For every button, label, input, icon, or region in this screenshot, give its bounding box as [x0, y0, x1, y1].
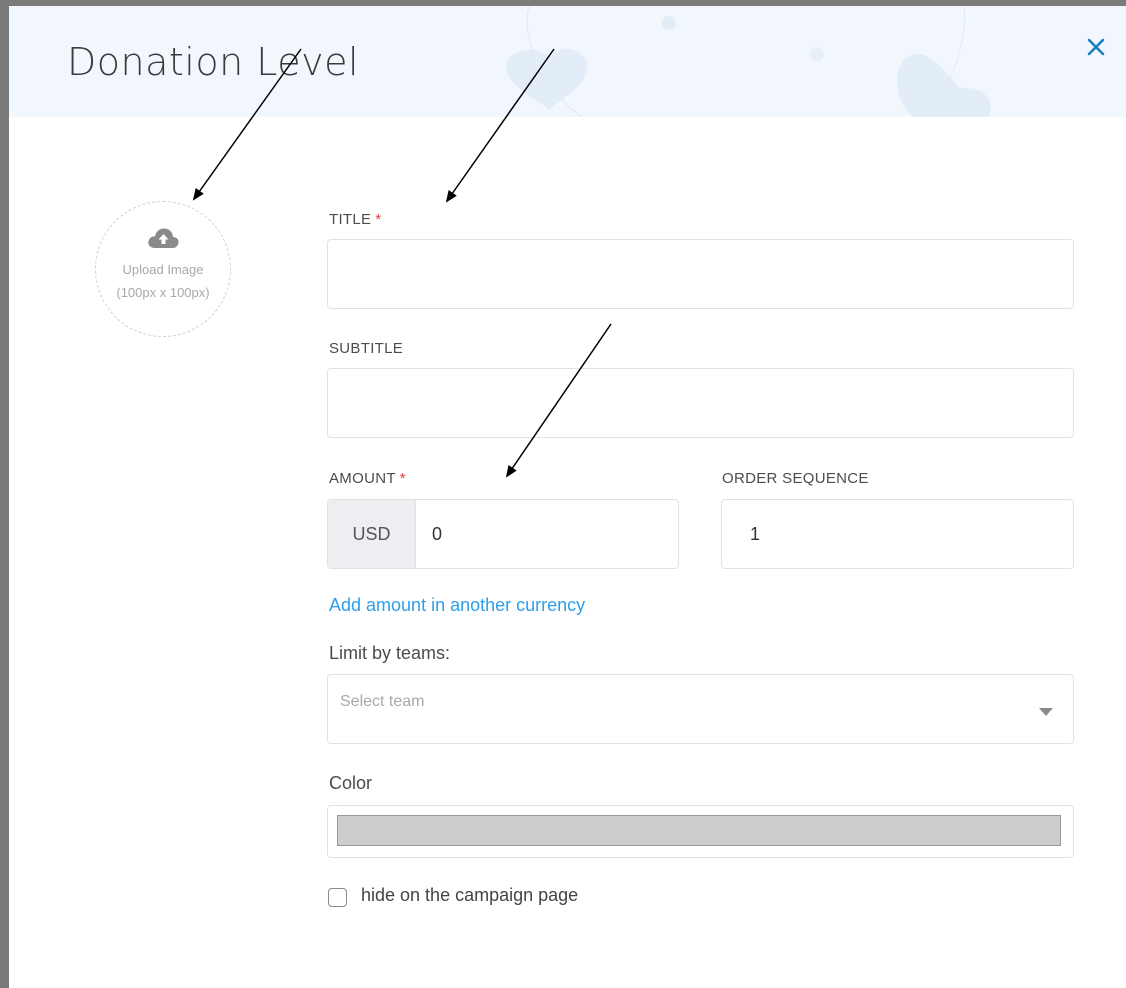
add-currency-link[interactable]: Add amount in another currency	[329, 595, 585, 616]
title-label-text: TITLE	[329, 211, 372, 228]
upload-image-button[interactable]: Upload Image (100px x 100px)	[95, 201, 231, 337]
hide-on-campaign-checkbox[interactable]	[328, 888, 347, 907]
subtitle-field[interactable]	[327, 368, 1074, 438]
color-swatch[interactable]	[337, 815, 1061, 846]
limit-by-teams-label: Limit by teams:	[329, 643, 451, 663]
team-select-placeholder: Select team	[340, 693, 425, 710]
chevron-down-icon	[1039, 708, 1053, 716]
cloud-upload-icon	[148, 228, 179, 248]
order-sequence-field[interactable]	[721, 499, 1074, 569]
amount-label: AMOUNT *	[329, 470, 406, 487]
upload-size-hint: (100px x 100px)	[116, 285, 210, 300]
required-marker: *	[399, 470, 406, 487]
required-marker: *	[375, 211, 382, 228]
order-sequence-label: ORDER SEQUENCE	[722, 470, 869, 487]
order-sequence-input[interactable]	[722, 500, 1073, 568]
amount-field[interactable]: USD	[327, 499, 679, 569]
close-button[interactable]	[1081, 32, 1111, 62]
title-field[interactable]	[327, 239, 1074, 309]
subtitle-input[interactable]	[328, 369, 1073, 437]
donation-level-modal: Donation Level Upload Image (100px x 100…	[9, 6, 1126, 988]
subtitle-label: SUBTITLE	[329, 340, 404, 357]
color-label: Color	[329, 773, 373, 793]
title-input[interactable]	[328, 240, 1073, 308]
modal-header: Donation Level	[9, 6, 1126, 117]
team-select[interactable]: Select team	[327, 674, 1074, 744]
amount-input[interactable]	[416, 500, 678, 568]
hide-on-campaign-label: hide on the campaign page	[361, 885, 579, 905]
amount-label-text: AMOUNT	[329, 470, 396, 487]
upload-image-label: Upload Image	[122, 262, 204, 277]
currency-prefix: USD	[328, 500, 416, 568]
color-field[interactable]	[327, 805, 1074, 858]
title-label: TITLE *	[329, 211, 381, 228]
close-icon	[1087, 38, 1105, 56]
modal-title: Donation Level	[67, 40, 360, 84]
